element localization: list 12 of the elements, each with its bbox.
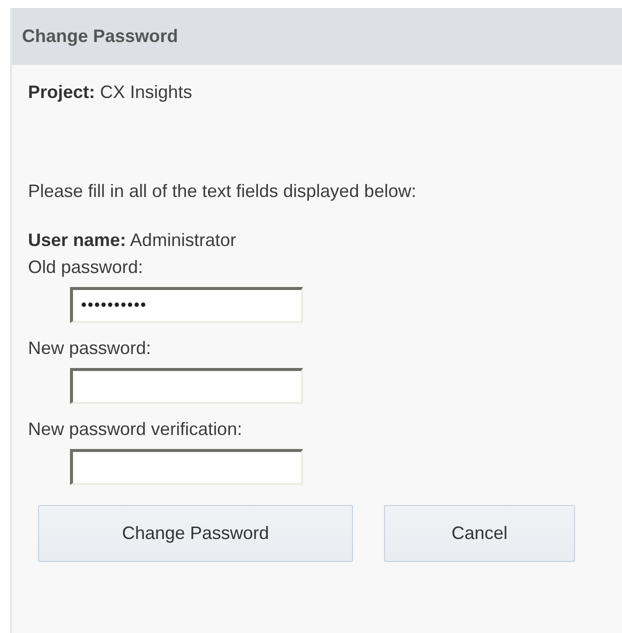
password-field[interactable]: •••••••••• — [70, 287, 303, 323]
password-field[interactable] — [70, 368, 303, 404]
change-password-button[interactable]: Change Password — [38, 505, 353, 562]
project-text: Project: CX Insights — [28, 81, 194, 104]
dialog-title: Change Password — [22, 25, 178, 48]
cancel-button[interactable]: Cancel — [384, 505, 575, 562]
field-label: New password: — [28, 337, 152, 360]
field-label: Old password: — [28, 256, 144, 279]
instruction-text: Please fill in all of the text fields displayed below: — [28, 180, 418, 203]
password-field[interactable] — [70, 449, 303, 485]
field-label: New password verification: — [28, 418, 244, 441]
user-name-text: User name: Administrator — [28, 229, 238, 252]
